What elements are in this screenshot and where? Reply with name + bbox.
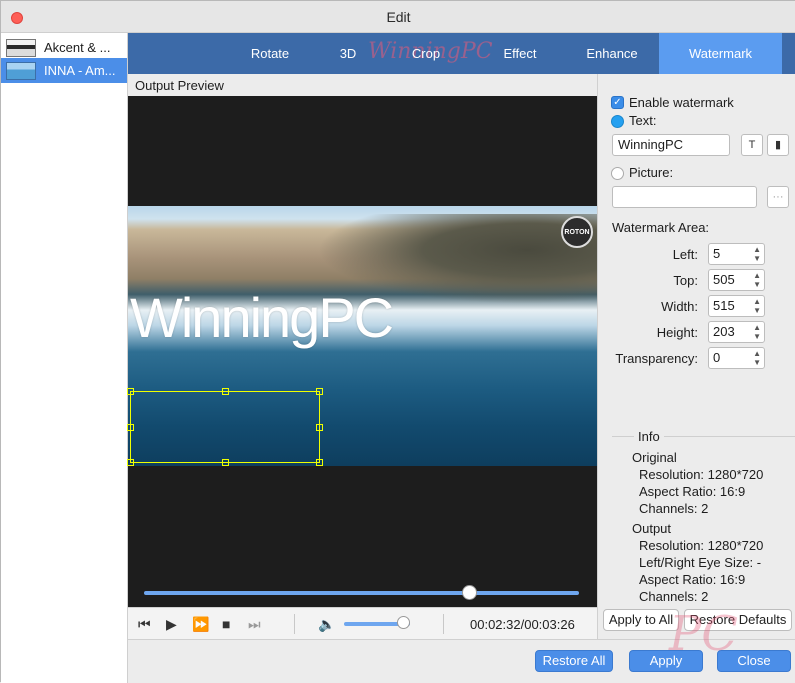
output-preview-label: Output Preview [135,78,224,93]
output-eye-size: Left/Right Eye Size: - [639,555,762,570]
original-channels: Channels: 2 [639,501,709,516]
transparency-label: Transparency: [615,351,698,366]
watermark-settings-panel: ✓ Enable watermark Text: WinningPC T ▮ P… [597,74,795,639]
file-list: Akcent & ... INNA - Am... [1,33,128,683]
playback-controls: ⏮ ▶ ⏩ ■ ⏭ 🔈 00:02:32/00:03:26 [128,607,597,639]
tab-watermark[interactable]: Watermark [659,33,782,74]
width-stepper[interactable]: 515 ▲ ▼ [708,295,765,317]
volume-slider-knob[interactable] [397,616,411,629]
transparency-value: 0 [713,350,721,365]
file-thumbnail [6,38,36,57]
window-title: Edit [386,9,411,25]
next-icon[interactable]: ⏭ [248,616,261,632]
resize-handle[interactable] [316,388,323,395]
stepper-arrows-icon[interactable]: ▲ ▼ [753,349,761,367]
edit-window: Edit Akcent & ... INNA - Am... WinningPC… [0,0,795,683]
pc-watermark-logo: PC [669,606,739,662]
stepper-arrows-icon[interactable]: ▲ ▼ [753,323,761,341]
text-color-button[interactable]: ▮ [767,134,789,156]
play-icon[interactable]: ▶ [166,616,177,632]
tab-rotate[interactable]: Rotate [232,33,308,74]
previous-icon[interactable]: ⏮ [138,616,151,632]
left-stepper[interactable]: 5 ▲ ▼ [708,243,765,265]
info-section: Info Original Resolution: 1280*720 Aspec… [612,429,795,606]
volume-icon[interactable]: 🔈 [318,616,335,632]
height-value: 203 [713,324,735,339]
output-aspect-ratio: Aspect Ratio: 16:9 [639,572,746,587]
text-radio[interactable] [611,115,624,128]
picture-option-label: Picture: [629,165,674,180]
output-resolution: Resolution: 1280*720 [639,538,764,553]
restore-all-button[interactable]: Restore All [535,650,613,672]
resize-handle[interactable] [222,459,229,466]
tab-crop[interactable]: Crop [392,33,460,74]
info-title: Info [634,429,664,444]
progress-slider[interactable] [144,591,579,595]
text-option-label: Text: [629,113,657,128]
tab-enhance[interactable]: Enhance [568,33,656,74]
enable-watermark-checkbox[interactable]: ✓ [611,96,624,109]
left-label: Left: [672,247,698,262]
stepper-arrows-icon[interactable]: ▲ ▼ [753,245,761,263]
output-channels: Channels: 2 [639,589,709,604]
height-label: Height: [656,325,698,340]
font-button[interactable]: T [741,134,763,156]
resize-handle[interactable] [127,388,134,395]
top-value: 505 [713,272,735,287]
browse-picture-button[interactable]: ··· [767,186,789,208]
stepper-arrows-icon[interactable]: ▲ ▼ [753,271,761,289]
resize-handle[interactable] [127,459,134,466]
top-label: Top: [673,273,698,288]
resize-handle[interactable] [222,388,229,395]
watermark-selection-box[interactable] [127,388,323,466]
picture-radio[interactable] [611,167,624,180]
top-stepper[interactable]: 505 ▲ ▼ [708,269,765,291]
original-aspect-ratio: Aspect Ratio: 16:9 [639,484,746,499]
watermark-text-input[interactable]: WinningPC [612,134,730,156]
divider [443,614,444,634]
width-value: 515 [713,298,735,313]
timecode: 00:02:32/00:03:26 [470,617,575,632]
title-bar: Edit [1,1,795,33]
video-preview: ROTON WinningPC [127,96,597,607]
divider [294,614,295,634]
channel-logo-badge: ROTON [561,216,593,248]
fast-forward-icon[interactable]: ⏩ [192,616,209,632]
resize-handle[interactable] [316,424,323,431]
file-item-akcent[interactable]: Akcent & ... [1,35,127,60]
enable-watermark-label: Enable watermark [629,95,734,110]
file-label: INNA - Am... [44,63,116,78]
transparency-stepper[interactable]: 0 ▲ ▼ [708,347,765,369]
tab-3d[interactable]: 3D [318,33,378,74]
stepper-arrows-icon[interactable]: ▲ ▼ [753,297,761,315]
progress-slider-knob[interactable] [461,585,477,600]
left-value: 5 [713,246,721,261]
file-label: Akcent & ... [44,40,111,55]
resize-handle[interactable] [127,424,134,431]
watermark-preview-text: WinningPC [130,286,394,349]
height-stepper[interactable]: 203 ▲ ▼ [708,321,765,343]
file-thumbnail [6,61,36,80]
resize-handle[interactable] [316,459,323,466]
original-resolution: Resolution: 1280*720 [639,467,764,482]
original-heading: Original [632,450,677,465]
stop-icon[interactable]: ■ [222,616,230,632]
edit-tab-bar: WinningPC Rotate 3D Crop Effect Enhance … [128,33,795,74]
tab-effect[interactable]: Effect [482,33,558,74]
output-heading: Output [632,521,672,536]
file-item-inna[interactable]: INNA - Am... [1,58,127,83]
picture-path-input[interactable] [612,186,757,208]
apply-to-all-button[interactable]: Apply to All [603,609,679,631]
watermark-area-label: Watermark Area: [612,220,710,235]
width-label: Width: [661,299,698,314]
